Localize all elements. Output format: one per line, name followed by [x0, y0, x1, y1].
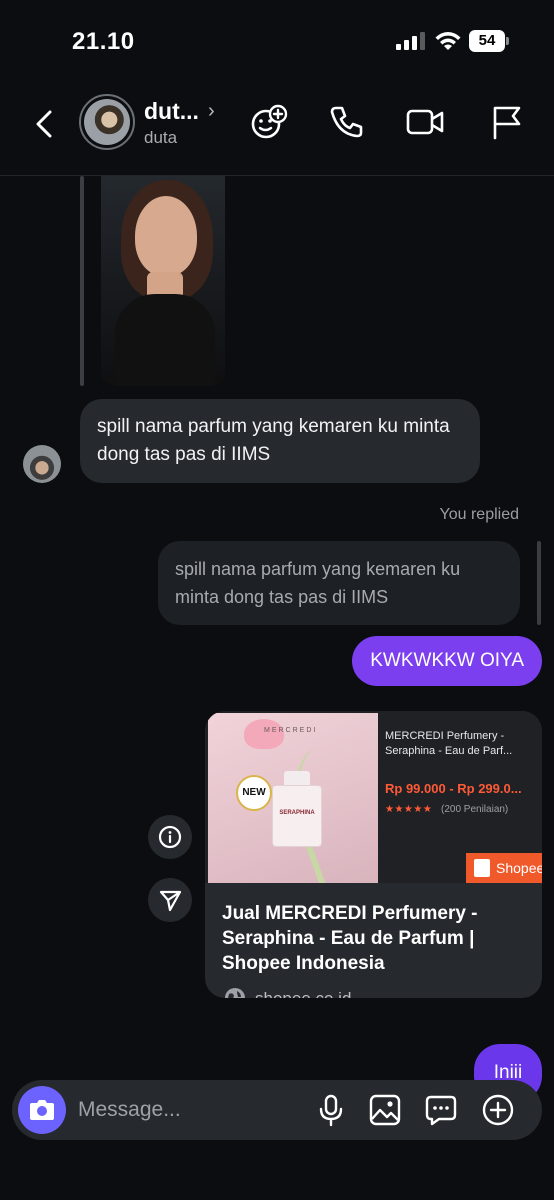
- camera-icon: [30, 1100, 54, 1120]
- flag-icon[interactable]: [487, 102, 527, 142]
- battery-level: 54: [469, 30, 505, 52]
- globe-icon: [225, 988, 245, 998]
- cellular-signal-icon: [396, 32, 425, 50]
- message-composer: [12, 1080, 542, 1140]
- gallery-icon[interactable]: [367, 1092, 403, 1128]
- product-price: Rp 99.000 - Rp 299.0...: [385, 781, 522, 796]
- share-button[interactable]: [148, 878, 192, 922]
- contact-name[interactable]: dut...: [144, 98, 199, 125]
- bottle-label: SERAPHINA: [279, 810, 315, 816]
- sticker-chat-icon[interactable]: [423, 1092, 459, 1128]
- add-people-icon[interactable]: [249, 102, 289, 142]
- video-call-icon[interactable]: [405, 102, 445, 142]
- chat-header: dut... › duta: [0, 82, 554, 176]
- link-preview-card[interactable]: MERCREDI SERAPHINA NEW MERCREDI Perfumer…: [205, 711, 542, 998]
- rating-count: (200 Penilaian): [441, 804, 509, 815]
- microphone-icon[interactable]: [313, 1092, 349, 1128]
- story-thumbnail[interactable]: [101, 176, 225, 386]
- message-input[interactable]: [78, 1094, 278, 1126]
- new-badge: NEW: [236, 775, 272, 811]
- send-icon: [159, 890, 182, 912]
- you-replied-label: You replied: [439, 506, 519, 523]
- camera-button[interactable]: [18, 1086, 66, 1134]
- link-domain: shopee.co.id: [255, 989, 351, 998]
- quoted-message[interactable]: spill nama parfum yang kemaren ku minta …: [158, 541, 520, 625]
- rating-stars: ★★★★★: [385, 804, 433, 815]
- status-bar: 21.10 54: [0, 0, 554, 80]
- battery-icon: 54: [469, 30, 509, 52]
- incoming-message[interactable]: spill nama parfum yang kemaren ku minta …: [80, 399, 480, 483]
- link-preview-image: MERCREDI SERAPHINA NEW MERCREDI Perfumer…: [205, 711, 542, 883]
- shopee-badge: Shopee: [466, 853, 542, 883]
- info-icon: [158, 825, 182, 849]
- link-title[interactable]: Jual MERCREDI Perfumery - Seraphina - Ea…: [222, 901, 522, 976]
- product-title: MERCREDI Perfumery - Seraphina - Eau de …: [385, 730, 513, 757]
- chevron-right-icon[interactable]: ›: [208, 100, 215, 123]
- sender-avatar[interactable]: [23, 445, 61, 483]
- info-button[interactable]: [148, 815, 192, 859]
- contact-username: duta: [144, 128, 178, 147]
- outgoing-message[interactable]: KWKWKKW OIYA: [352, 636, 542, 686]
- phone-icon[interactable]: [326, 102, 366, 142]
- wifi-icon: [435, 32, 461, 50]
- quote-bar: [537, 541, 541, 625]
- back-icon[interactable]: [30, 106, 60, 142]
- reply-thread-line: [80, 176, 84, 386]
- product-image: MERCREDI SERAPHINA NEW: [208, 713, 378, 883]
- contact-avatar[interactable]: [79, 94, 135, 150]
- status-time: 21.10: [72, 28, 135, 55]
- shopee-bag-icon: [474, 859, 490, 877]
- product-brand: MERCREDI: [264, 727, 318, 734]
- shopee-label: Shopee: [496, 860, 542, 876]
- add-icon[interactable]: [480, 1092, 516, 1128]
